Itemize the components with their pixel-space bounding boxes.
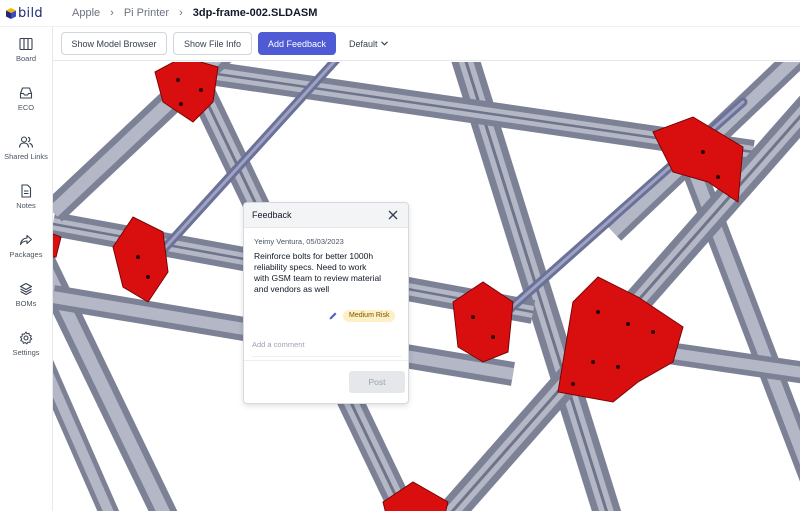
inbox-icon [19, 87, 33, 99]
sidebar-item-settings[interactable]: Settings [0, 331, 52, 357]
gear-icon [19, 331, 33, 345]
layers-icon [19, 282, 33, 296]
post-button[interactable]: Post [349, 371, 405, 393]
users-icon [18, 136, 34, 148]
breadcrumb-separator-icon: › [110, 7, 114, 19]
view-select-value: Default [349, 38, 378, 49]
feedback-comment-line: reliability specs. Need to work [254, 262, 367, 272]
breadcrumb-separator-icon: › [179, 7, 183, 19]
feedback-comment: Reinforce bolts for better 1000h reliabi… [254, 251, 404, 295]
sidebar: Board ECO Shared Links Notes Packages BO… [0, 27, 53, 511]
sidebar-item-label: Packages [9, 250, 43, 259]
risk-badge[interactable]: Medium Risk [343, 310, 396, 322]
sidebar-item-label: Notes [16, 201, 36, 210]
sidebar-item-label: ECO [17, 103, 35, 112]
view-select[interactable]: Default [349, 32, 388, 55]
sidebar-item-shared-links[interactable]: Shared Links [0, 135, 52, 161]
logo-text: bild [18, 5, 43, 21]
model-viewport[interactable]: Feedback Yeimy Ventura, 05/03/2023 Reinf… [53, 62, 800, 511]
3d-frame-model [53, 62, 800, 511]
chevron-down-icon [380, 41, 388, 46]
share-arrow-icon [19, 234, 33, 246]
sidebar-item-label: Settings [12, 348, 40, 357]
feedback-popup-header: Feedback [244, 203, 408, 228]
show-model-browser-button[interactable]: Show Model Browser [61, 32, 167, 55]
feedback-popup-title: Feedback [252, 210, 292, 220]
pencil-edit-icon[interactable] [328, 311, 338, 321]
top-bar: bild Apple › Pi Printer › 3dp-frame-002.… [0, 0, 800, 27]
board-icon [19, 37, 33, 51]
feedback-comment-line: with GSM team to review material [254, 273, 382, 283]
logo-cube-icon [6, 7, 16, 19]
sidebar-item-board[interactable]: Board [0, 37, 52, 63]
sidebar-item-label: BOMs [15, 299, 37, 308]
sidebar-item-packages[interactable]: Packages [0, 233, 52, 259]
document-icon [21, 184, 32, 198]
show-file-info-button[interactable]: Show File Info [173, 32, 252, 55]
sidebar-item-label: Shared Links [4, 152, 48, 161]
close-icon[interactable] [386, 208, 400, 222]
add-comment-input[interactable] [252, 333, 402, 357]
breadcrumb-pi-printer[interactable]: Pi Printer [124, 7, 169, 19]
sidebar-item-boms[interactable]: BOMs [0, 282, 52, 308]
feedback-comment-line: Reinforce bolts for better 1000h [254, 251, 374, 261]
sidebar-item-eco[interactable]: ECO [0, 86, 52, 112]
feedback-popup: Feedback Yeimy Ventura, 05/03/2023 Reinf… [243, 202, 409, 404]
bild-logo[interactable]: bild [6, 6, 66, 21]
breadcrumb-current-file: 3dp-frame-002.SLDASM [192, 7, 318, 19]
popup-divider [244, 360, 408, 361]
sidebar-item-notes[interactable]: Notes [0, 184, 52, 210]
breadcrumb-apple[interactable]: Apple [72, 7, 100, 19]
sidebar-item-label: Board [15, 54, 36, 63]
viewer-toolbar: Show Model Browser Show File Info Add Fe… [53, 27, 800, 61]
feedback-comment-line: and vendors as well [254, 284, 330, 294]
feedback-author-date: Yeimy Ventura, 05/03/2023 [254, 237, 344, 246]
add-feedback-button[interactable]: Add Feedback [258, 32, 336, 55]
